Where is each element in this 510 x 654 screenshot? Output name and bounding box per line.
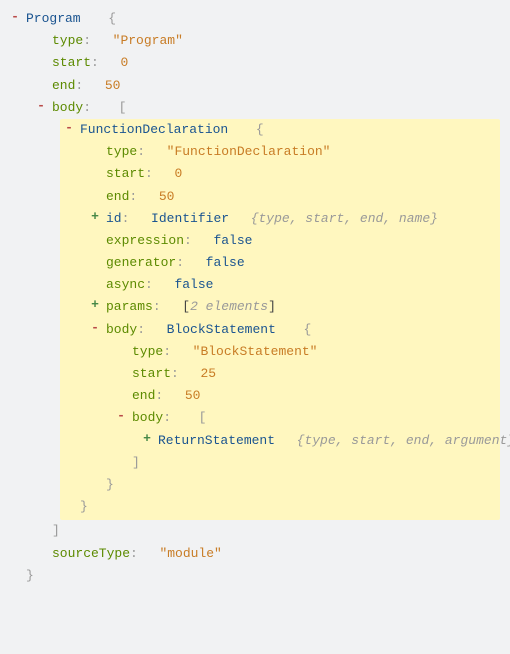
collapsed-summary: {type, start, end, name} xyxy=(251,211,438,226)
prop-key: body xyxy=(106,322,137,337)
type-label: Program xyxy=(26,11,81,26)
program-header[interactable]: Program { xyxy=(26,8,504,30)
close-bracket-row: ] xyxy=(132,452,498,474)
close-bracket: ] xyxy=(132,455,140,470)
prop-value: 0 xyxy=(120,55,128,70)
prop-start[interactable]: start: 25 xyxy=(114,363,498,385)
prop-key: type xyxy=(52,33,83,48)
prop-source-type[interactable]: sourceType: "module" xyxy=(34,543,504,565)
type-label: Identifier xyxy=(151,211,229,226)
prop-value: false xyxy=(206,255,245,270)
highlighted-node: - FunctionDeclaration { type: xyxy=(60,119,500,520)
prop-key: end xyxy=(132,388,155,403)
collapse-icon[interactable]: - xyxy=(88,319,102,337)
open-brace: { xyxy=(304,322,312,337)
collapse-icon[interactable]: - xyxy=(8,8,22,26)
type-label: BlockStatement xyxy=(167,322,276,337)
prop-key: start xyxy=(132,366,171,381)
prop-type[interactable]: type: "FunctionDeclaration" xyxy=(88,141,498,163)
prop-value: false xyxy=(213,233,252,248)
prop-key: start xyxy=(106,166,145,181)
prop-value: "BlockStatement" xyxy=(193,344,318,359)
prop-key: sourceType xyxy=(52,546,130,561)
ast-tree: - Program { type: "Program" start: 0 xyxy=(0,0,510,595)
prop-key: type xyxy=(132,344,163,359)
expand-icon[interactable]: + xyxy=(88,208,102,226)
close-brace: } xyxy=(26,568,34,583)
prop-async[interactable]: async: false xyxy=(88,274,498,296)
close-brace-row: } xyxy=(80,496,498,518)
prop-end[interactable]: end: 50 xyxy=(114,385,498,407)
prop-key: end xyxy=(106,189,129,204)
prop-key: end xyxy=(52,78,75,93)
prop-key: start xyxy=(52,55,91,70)
prop-value: 50 xyxy=(105,78,121,93)
prop-id[interactable]: + id: Identifier {type, start, end, name… xyxy=(88,208,498,230)
prop-key: body xyxy=(52,100,83,115)
type-label: FunctionDeclaration xyxy=(80,122,228,137)
prop-value: 50 xyxy=(159,189,175,204)
prop-key: body xyxy=(132,410,163,425)
prop-key: type xyxy=(106,144,137,159)
prop-key: async xyxy=(106,277,145,292)
prop-value: 0 xyxy=(174,166,182,181)
expand-icon[interactable]: + xyxy=(140,430,154,448)
prop-value: "FunctionDeclaration" xyxy=(167,144,331,159)
collapse-icon[interactable]: - xyxy=(62,119,76,137)
collapsed-summary: {type, start, end, argument} xyxy=(297,433,510,448)
expand-icon[interactable]: + xyxy=(88,296,102,314)
prop-type[interactable]: type: "Program" xyxy=(34,30,504,52)
open-bracket: [ xyxy=(199,410,207,425)
prop-type[interactable]: type: "BlockStatement" xyxy=(114,341,498,363)
prop-key: expression xyxy=(106,233,184,248)
prop-key: id xyxy=(106,211,122,226)
close-bracket: ] xyxy=(268,299,276,314)
prop-start[interactable]: start: 0 xyxy=(88,163,498,185)
collapse-icon[interactable]: - xyxy=(34,97,48,115)
prop-body-array[interactable]: - body: [ xyxy=(114,407,498,474)
node-program[interactable]: - Program { type: "Program" start: 0 xyxy=(8,8,504,587)
prop-value: 50 xyxy=(185,388,201,403)
open-bracket: [ xyxy=(182,299,190,314)
prop-body-block[interactable]: - body: BlockStatement { xyxy=(88,319,498,497)
prop-end[interactable]: end: 50 xyxy=(34,75,504,97)
close-bracket-row: ] xyxy=(52,520,504,542)
node-function-declaration[interactable]: - FunctionDeclaration { type: xyxy=(62,119,498,518)
close-brace-row: } xyxy=(106,474,498,496)
prop-value: 25 xyxy=(200,366,216,381)
close-bracket: ] xyxy=(52,523,60,538)
open-bracket: [ xyxy=(119,100,127,115)
prop-key: params xyxy=(106,299,153,314)
close-brace: } xyxy=(80,499,88,514)
open-brace: { xyxy=(256,122,264,137)
prop-end[interactable]: end: 50 xyxy=(88,186,498,208)
type-label: ReturnStatement xyxy=(158,433,275,448)
prop-params[interactable]: + params: [2 elements] xyxy=(88,296,498,318)
prop-expression[interactable]: expression: false xyxy=(88,230,498,252)
collapse-icon[interactable]: - xyxy=(114,407,128,425)
prop-start[interactable]: start: 0 xyxy=(34,52,504,74)
close-brace: } xyxy=(106,477,114,492)
close-brace-row: } xyxy=(26,565,504,587)
node-return-statement[interactable]: + ReturnStatement {type, start, end, arg… xyxy=(140,430,498,452)
prop-key: generator xyxy=(106,255,176,270)
prop-value: "module" xyxy=(159,546,221,561)
collapsed-summary: 2 elements xyxy=(190,299,268,314)
prop-body[interactable]: - body: [ - FunctionDeclaration { xyxy=(34,97,504,543)
open-brace: { xyxy=(108,11,116,26)
prop-value: "Program" xyxy=(113,33,183,48)
prop-generator[interactable]: generator: false xyxy=(88,252,498,274)
prop-value: false xyxy=(174,277,213,292)
